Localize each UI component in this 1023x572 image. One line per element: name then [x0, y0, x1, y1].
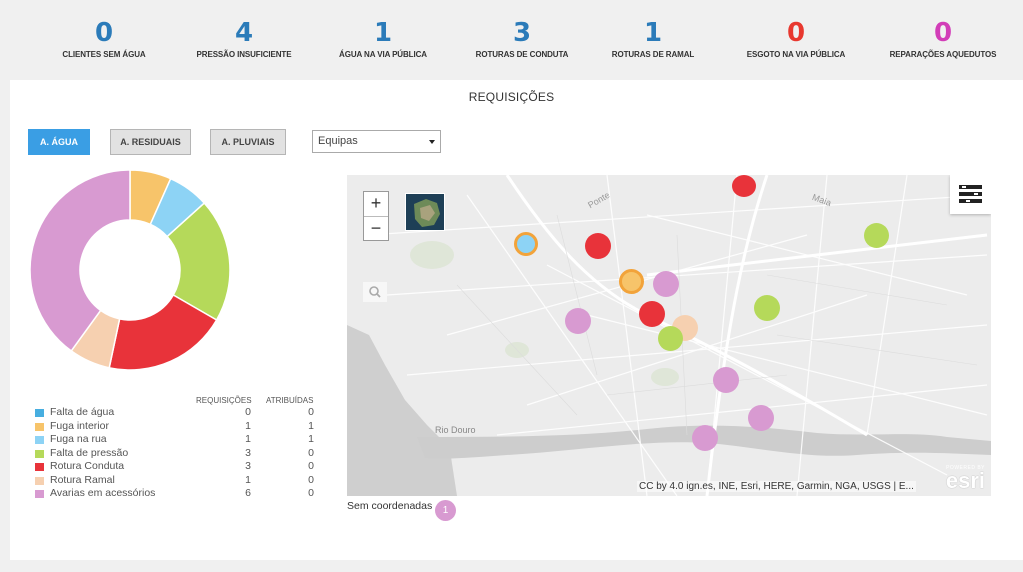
island-thumbnail-icon [406, 194, 444, 230]
map-marker[interactable] [619, 269, 644, 294]
legend-req: 1 [245, 419, 251, 432]
kpi-agua-via-publica[interactable]: 1 ÁGUA NA VIA PÚBLICA [313, 18, 453, 59]
legend-swatch [35, 422, 44, 431]
map-marker[interactable] [585, 233, 611, 259]
kpi-clientes-sem-agua[interactable]: 0 CLIENTES SEM ÁGUA [34, 18, 174, 59]
tab-pluviais[interactable]: A. PLUVIAIS [210, 129, 286, 155]
legend-swatch [35, 476, 44, 485]
layer-list-icon [959, 185, 982, 203]
no-coordinates-label: Sem coordenadas [347, 500, 433, 512]
legend-atr: 1 [308, 433, 314, 445]
map-marker[interactable] [713, 367, 739, 393]
kpi-value: 1 [643, 18, 663, 48]
map-attribution[interactable]: CC by 4.0 ign.es, INE, Esri, HERE, Garmi… [637, 481, 916, 492]
panel-title: REQUISIÇÕES [468, 90, 555, 104]
equipas-select[interactable]: Equipas [312, 130, 441, 153]
legend-name: Fuga na rua [50, 433, 107, 445]
map-label-rio-douro: Rio Douro [435, 425, 476, 435]
kpi-label: ÁGUA NA VIA PÚBLICA [339, 50, 427, 59]
map-marker[interactable] [864, 223, 889, 248]
legend-swatch [35, 436, 44, 444]
legend-name: Falta de água [50, 406, 115, 418]
legend-atr: 0 [308, 487, 314, 499]
kpi-esgoto-via-publica[interactable]: 0 ESGOTO NA VIA PÚBLICA [726, 18, 866, 59]
legend-req: 3 [245, 460, 251, 472]
tab-agua[interactable]: A. ÁGUA [28, 129, 90, 155]
search-icon [369, 286, 381, 298]
legend-atr: 1 [308, 419, 314, 432]
requisicoes-panel: REQUISIÇÕES A. ÁGUA A. RESIDUAIS A. PLUV… [10, 80, 1023, 560]
kpi-label: ROTURAS DE RAMAL [611, 50, 695, 59]
legend-req: 1 [245, 433, 251, 445]
no-coordinates-count[interactable]: 1 [435, 500, 456, 521]
esri-wordmark: esri [945, 468, 985, 493]
col-requisicoes: REQUISIÇÕES [196, 396, 252, 405]
map-marker[interactable] [754, 295, 780, 321]
legend-swatch [35, 449, 44, 458]
kpi-roturas-ramal[interactable]: 1 ROTURAS DE RAMAL [583, 18, 723, 59]
kpi-value: 4 [234, 18, 254, 48]
kpi-label: REPARAÇÕES AQUEDUTOS [889, 50, 997, 59]
kpi-value: 0 [94, 18, 114, 48]
overview-map-thumbnail[interactable] [405, 193, 445, 231]
zoom-control: + − [363, 191, 389, 241]
zoom-in-button[interactable]: + [364, 192, 388, 216]
map-marker[interactable] [639, 301, 665, 327]
map-marker[interactable] [748, 405, 774, 431]
esri-logo[interactable]: POWERED BY esri [935, 465, 985, 493]
map-marker[interactable] [514, 232, 538, 256]
legend-name: Falta de pressão [50, 446, 129, 459]
legend-atr: 0 [308, 460, 314, 472]
map-marker[interactable] [565, 308, 591, 334]
legend-req: 6 [245, 487, 251, 499]
legend-name: Rotura Ramal [50, 473, 115, 486]
legend-atr: 0 [308, 406, 314, 418]
requests-donut-chart [29, 169, 231, 371]
map-marker[interactable] [692, 425, 718, 451]
kpi-label: ESGOTO NA VIA PÚBLICA [746, 50, 846, 59]
legend-name: Avarias em acessórios [50, 487, 156, 499]
kpi-value: 0 [933, 18, 953, 48]
kpi-roturas-conduta[interactable]: 3 ROTURAS DE CONDUTA [452, 18, 592, 59]
tab-residuais[interactable]: A. RESIDUAIS [110, 129, 191, 155]
legend-name: Rotura Conduta [50, 460, 125, 472]
kpi-value: 3 [512, 18, 532, 48]
col-atribuidas: ATRIBUÍDAS [266, 396, 314, 405]
layer-list-button[interactable] [950, 175, 991, 214]
kpi-label: PRESSÃO INSUFICIENTE [196, 50, 292, 59]
kpi-pressao-insuficiente[interactable]: 4 PRESSÃO INSUFICIENTE [174, 18, 314, 59]
kpi-label: ROTURAS DE CONDUTA [475, 50, 569, 59]
map-marker[interactable] [732, 175, 756, 197]
kpi-value: 0 [786, 18, 806, 48]
legend-swatch [35, 409, 44, 417]
legend-swatch [35, 463, 44, 471]
chevron-down-icon [429, 140, 435, 144]
legend-req: 1 [245, 473, 251, 486]
legend-swatch [35, 490, 44, 498]
legend-atr: 0 [308, 446, 314, 459]
equipas-select-value: Equipas [318, 135, 358, 147]
kpi-reparacoes-aquedutos[interactable]: 0 REPARAÇÕES AQUEDUTOS [873, 18, 1013, 59]
kpi-label: CLIENTES SEM ÁGUA [62, 50, 146, 59]
legend-atr: 0 [308, 473, 314, 486]
legend-req: 3 [245, 446, 251, 459]
map-search-button[interactable] [363, 282, 387, 302]
map-marker[interactable] [653, 271, 679, 297]
requests-map[interactable]: Rio Douro Ponte Maia + − CC by 4.0 ign.e… [347, 175, 991, 496]
map-marker[interactable] [658, 326, 683, 351]
legend-name: Fuga interior [50, 419, 109, 432]
zoom-out-button[interactable]: − [364, 216, 388, 240]
legend-req: 0 [245, 406, 251, 418]
kpi-strip: 0 CLIENTES SEM ÁGUA 4 PRESSÃO INSUFICIEN… [0, 0, 1023, 78]
kpi-value: 1 [373, 18, 393, 48]
